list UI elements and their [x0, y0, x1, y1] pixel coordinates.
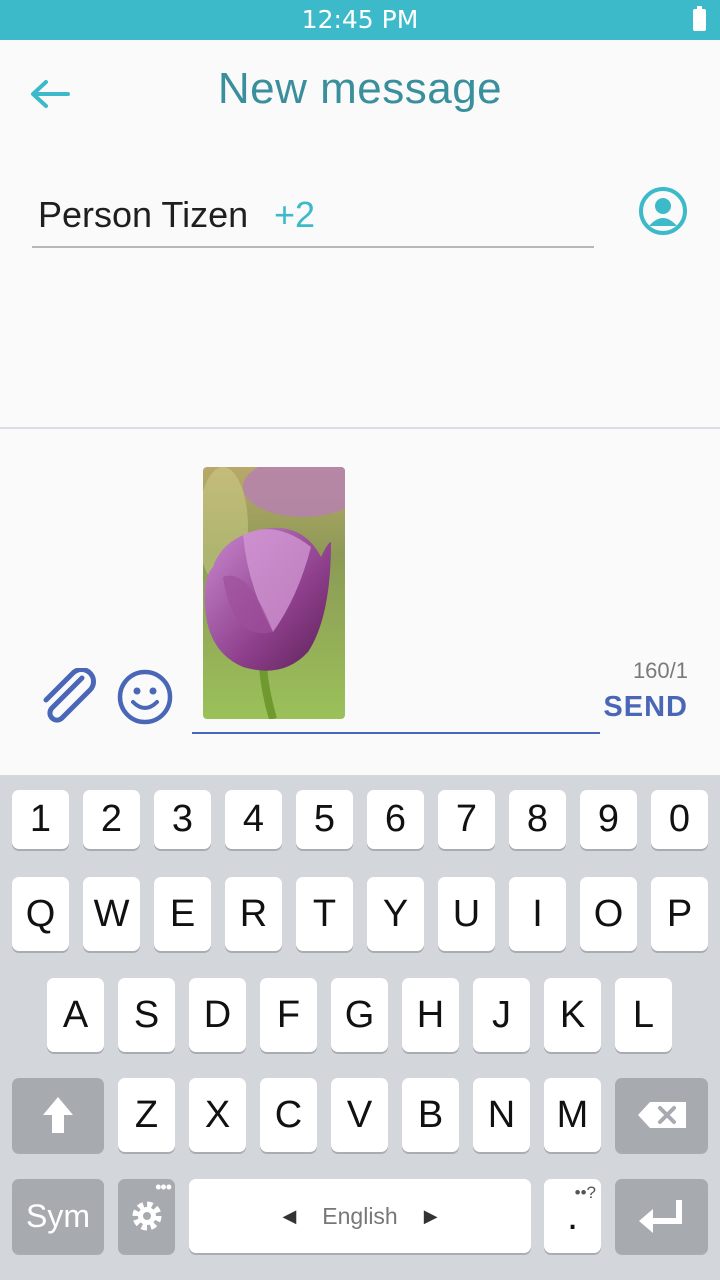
attached-image-tulip[interactable]: [203, 467, 345, 719]
paperclip-icon: [43, 667, 96, 723]
key-4[interactable]: 4: [225, 790, 282, 849]
key-7[interactable]: 7: [438, 790, 495, 849]
key-c[interactable]: C: [260, 1078, 317, 1152]
key-3[interactable]: 3: [154, 790, 211, 849]
key-s[interactable]: S: [118, 978, 175, 1052]
key-d[interactable]: D: [189, 978, 246, 1052]
emoji-button[interactable]: [116, 668, 174, 726]
shift-arrow-icon: [43, 1097, 73, 1133]
key-i[interactable]: I: [509, 877, 566, 951]
key-n[interactable]: N: [473, 1078, 530, 1152]
smiley-icon: [117, 669, 173, 725]
key-g[interactable]: G: [331, 978, 388, 1052]
key-j[interactable]: J: [473, 978, 530, 1052]
recipient-field[interactable]: Person Tizen +2: [32, 190, 594, 248]
sym-key[interactable]: Sym: [12, 1179, 104, 1253]
tulip-image: [203, 467, 345, 719]
more-dots-icon: •••: [155, 1177, 172, 1197]
key-u[interactable]: U: [438, 877, 495, 951]
period-hint: ••?: [574, 1183, 596, 1202]
key-x[interactable]: X: [189, 1078, 246, 1152]
battery-icon: [693, 6, 706, 31]
key-p[interactable]: P: [651, 877, 708, 951]
backspace-key[interactable]: [615, 1078, 708, 1152]
key-e[interactable]: E: [154, 877, 211, 951]
contacts-button[interactable]: [638, 186, 688, 236]
key-9[interactable]: 9: [580, 790, 637, 849]
gear-icon: [132, 1201, 161, 1231]
key-b[interactable]: B: [402, 1078, 459, 1152]
key-w[interactable]: W: [83, 877, 140, 951]
divider: [0, 427, 720, 429]
key-1[interactable]: 1: [12, 790, 69, 849]
key-v[interactable]: V: [331, 1078, 388, 1152]
key-q[interactable]: Q: [12, 877, 69, 951]
enter-key[interactable]: [615, 1179, 708, 1253]
key-z[interactable]: Z: [118, 1078, 175, 1152]
period-key[interactable]: ••? .: [544, 1179, 601, 1253]
enter-icon: [638, 1200, 682, 1233]
key-y[interactable]: Y: [367, 877, 424, 951]
page-title: New message: [217, 64, 503, 113]
recipient-extra-count[interactable]: +2: [274, 194, 315, 236]
status-time: 12:45 PM: [301, 5, 419, 34]
key-8[interactable]: 8: [509, 790, 566, 849]
space-key[interactable]: ◀ English ▶: [189, 1179, 531, 1253]
backspace-icon: [637, 1102, 686, 1128]
key-r[interactable]: R: [225, 877, 282, 951]
key-f[interactable]: F: [260, 978, 317, 1052]
key-h[interactable]: H: [402, 978, 459, 1052]
language-next-icon: ▶: [423, 1205, 438, 1226]
key-t[interactable]: T: [296, 877, 353, 951]
key-o[interactable]: O: [580, 877, 637, 951]
key-2[interactable]: 2: [83, 790, 140, 849]
contact-icon: [639, 187, 687, 235]
key-5[interactable]: 5: [296, 790, 353, 849]
message-input-underline[interactable]: [192, 732, 600, 734]
attach-button[interactable]: [38, 667, 98, 724]
keyboard: 1 2 3 4 5 6 7 8 9 0 Q W E R T Y U I O P …: [0, 775, 720, 1280]
key-k[interactable]: K: [544, 978, 601, 1052]
shift-key[interactable]: [12, 1078, 104, 1152]
key-a[interactable]: A: [47, 978, 104, 1052]
language-label: English: [322, 1202, 398, 1229]
settings-key[interactable]: •••: [118, 1177, 175, 1253]
language-prev-icon: ◀: [282, 1205, 297, 1226]
status-bar: 12:45 PM: [0, 0, 720, 40]
send-button[interactable]: SEND: [603, 691, 688, 724]
key-m[interactable]: M: [544, 1078, 601, 1152]
char-counter: 160/1: [632, 658, 688, 683]
recipient-name: Person Tizen: [38, 194, 249, 235]
key-6[interactable]: 6: [367, 790, 424, 849]
key-l[interactable]: L: [615, 978, 672, 1052]
key-0[interactable]: 0: [651, 790, 708, 849]
